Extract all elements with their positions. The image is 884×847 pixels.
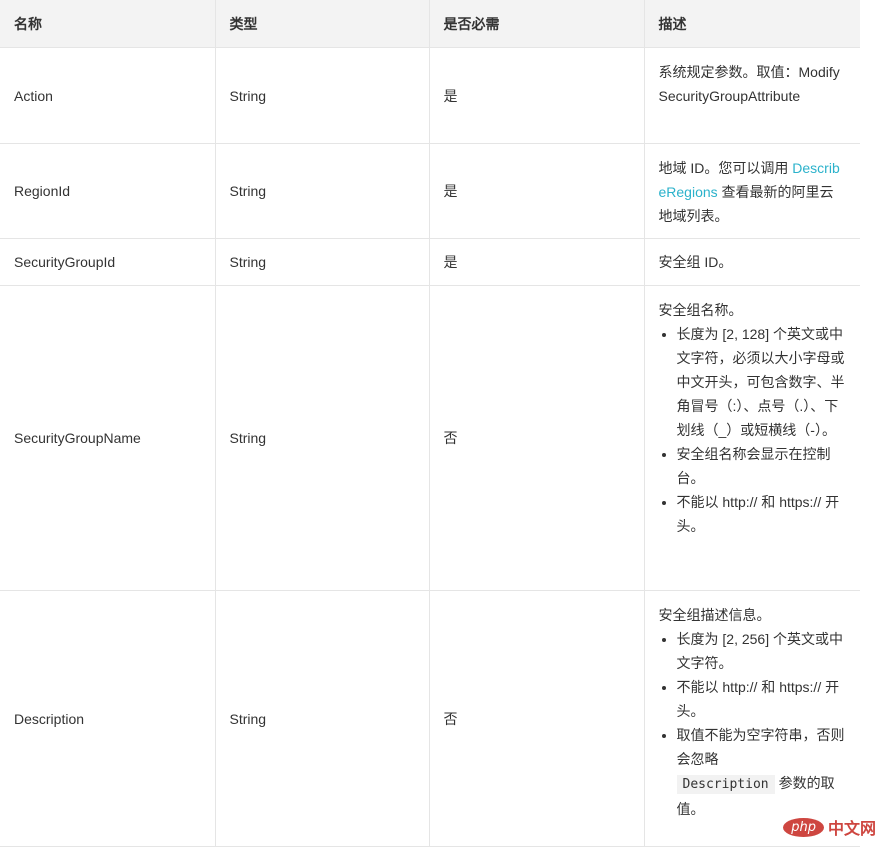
- table-header-row: 名称 类型 是否必需 描述: [0, 0, 860, 48]
- param-name: Action: [0, 47, 216, 144]
- list-item: 长度为 [2, 256] 个英文或中文字符。: [677, 627, 847, 675]
- table-row: SecurityGroupName String 否 安全组名称。 长度为 [2…: [0, 285, 860, 591]
- table-row: Description String 否 安全组描述信息。 长度为 [2, 25…: [0, 590, 860, 847]
- description-intro: 安全组名称。: [658, 302, 743, 318]
- header-type: 类型: [214, 0, 430, 48]
- param-description: 地域 ID。您可以调用 DescribeRegions 查看最新的阿里云地域列表…: [643, 143, 860, 239]
- list-item: 不能以 http:// 和 https:// 开头。: [677, 675, 847, 723]
- param-name: SecurityGroupName: [0, 285, 216, 591]
- param-name: Description: [0, 590, 216, 847]
- header-description: 描述: [643, 0, 860, 48]
- param-type: String: [214, 238, 430, 286]
- param-required: 是: [428, 47, 645, 144]
- php-logo: php: [783, 817, 824, 837]
- table-row: SecurityGroupId String 是 安全组 ID。: [0, 238, 860, 286]
- list-item: 安全组名称会显示在控制台。: [677, 442, 847, 490]
- param-name: RegionId: [0, 143, 216, 239]
- param-description: 安全组名称。 长度为 [2, 128] 个英文或中文字符，必须以大小字母或中文开…: [643, 285, 860, 591]
- header-name: 名称: [0, 0, 216, 48]
- list-item: 长度为 [2, 128] 个英文或中文字符，必须以大小字母或中文开头，可包含数字…: [677, 322, 847, 442]
- list-item-text: 取值不能为空字符串，否则会忽略: [676, 727, 845, 767]
- php-cn-watermark: php 中文网: [783, 815, 876, 839]
- param-name: SecurityGroupId: [0, 238, 216, 286]
- param-description: 安全组 ID。: [643, 238, 860, 286]
- param-description: 系统规定参数。取值：ModifySecurityGroupAttribute: [643, 47, 860, 144]
- list-item: 不能以 http:// 和 https:// 开头。: [677, 490, 847, 538]
- parameters-table: 名称 类型 是否必需 描述 Action String 是 系统规定参数。取值：…: [0, 0, 860, 847]
- param-type: String: [214, 47, 430, 144]
- table-row: RegionId String 是 地域 ID。您可以调用 DescribeRe…: [0, 143, 860, 239]
- param-required: 是: [428, 238, 645, 286]
- inline-code: Description: [676, 775, 775, 794]
- param-required: 是: [428, 143, 645, 239]
- table-row: Action String 是 系统规定参数。取值：ModifySecurity…: [0, 47, 860, 144]
- description-intro: 安全组描述信息。: [658, 607, 771, 623]
- site-name: 中文网: [827, 821, 876, 838]
- list-item: 取值不能为空字符串，否则会忽略Description参数的取值。: [676, 723, 847, 821]
- param-description: 安全组描述信息。 长度为 [2, 256] 个英文或中文字符。 不能以 http…: [643, 590, 860, 847]
- param-type: String: [214, 285, 430, 591]
- param-required: 否: [428, 285, 645, 591]
- description-bullets: 长度为 [2, 256] 个英文或中文字符。 不能以 http:// 和 htt…: [659, 627, 847, 821]
- header-required: 是否必需: [428, 0, 645, 48]
- param-required: 否: [428, 590, 645, 847]
- description-bullets: 长度为 [2, 128] 个英文或中文字符，必须以大小字母或中文开头，可包含数字…: [659, 322, 847, 538]
- param-type: String: [214, 590, 430, 847]
- description-text: 地域 ID。您可以调用: [658, 160, 793, 176]
- param-type: String: [214, 143, 430, 239]
